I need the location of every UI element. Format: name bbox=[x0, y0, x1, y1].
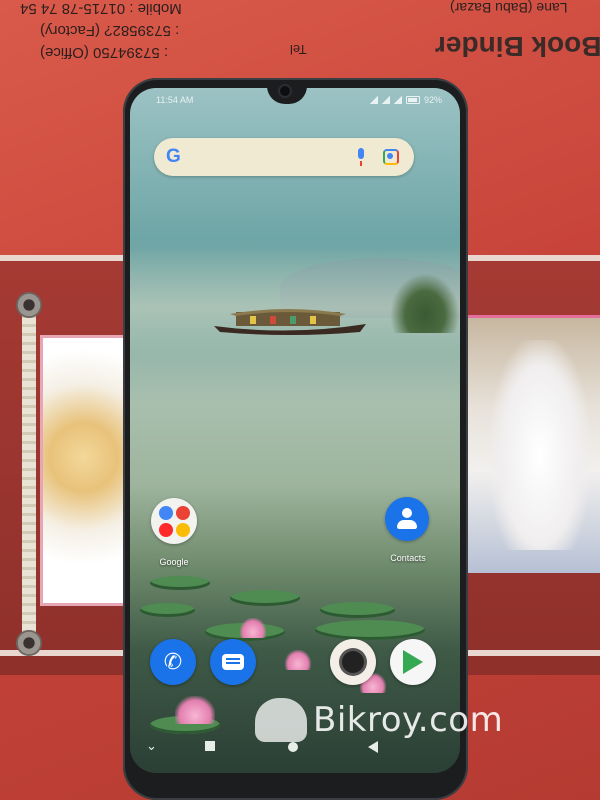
play-store-button[interactable] bbox=[390, 639, 436, 685]
camera-app-button[interactable] bbox=[330, 639, 376, 685]
drive-icon bbox=[176, 523, 190, 537]
gmail-icon bbox=[176, 506, 190, 520]
printed-brand: Book Binder bbox=[435, 31, 600, 62]
camera-icon bbox=[342, 651, 364, 673]
printed-address: Lane (Babu Bazar) bbox=[450, 0, 568, 16]
wallpaper-palms bbox=[390, 273, 460, 333]
phone-app-button[interactable]: ✆ bbox=[150, 639, 196, 685]
status-time: 11:54 AM bbox=[156, 95, 194, 105]
google-lens-icon[interactable] bbox=[380, 146, 402, 168]
lily-pad bbox=[150, 576, 210, 590]
play-store-icon bbox=[403, 650, 423, 674]
recents-button[interactable] bbox=[205, 741, 215, 751]
contacts-label: Contacts bbox=[390, 553, 426, 563]
youtube-icon bbox=[159, 523, 173, 537]
lotus-flower bbox=[240, 618, 266, 638]
signal-icon bbox=[393, 96, 402, 104]
nav-chevron-icon[interactable]: ⌄ bbox=[146, 738, 157, 754]
lily-pad bbox=[140, 603, 195, 617]
battery-icon bbox=[405, 96, 420, 104]
battery-level: 92% bbox=[423, 95, 442, 105]
google-g-icon: G bbox=[166, 146, 181, 167]
google-folder[interactable] bbox=[151, 498, 197, 544]
lily-pad bbox=[320, 602, 395, 618]
microphone-icon[interactable] bbox=[350, 146, 372, 168]
watermark-text: Bikroy.com bbox=[313, 700, 504, 740]
contacts-icon[interactable] bbox=[385, 497, 429, 541]
status-bar: 11:54 AM 92% bbox=[142, 93, 452, 107]
houseboat-image bbox=[214, 309, 366, 335]
lily-pad bbox=[315, 620, 425, 640]
signal-icon bbox=[381, 96, 390, 104]
google-app-icon bbox=[159, 506, 173, 520]
phone-icon: ✆ bbox=[163, 649, 183, 674]
printed-mobile: Mobile : 01715-78 74 54 bbox=[20, 0, 182, 17]
messages-icon bbox=[222, 654, 244, 670]
google-search-bar[interactable]: G bbox=[154, 138, 414, 176]
lotus-flower bbox=[285, 650, 311, 670]
eyelet-top bbox=[16, 292, 42, 318]
wifi-icon bbox=[369, 96, 378, 104]
bikroy-watermark: Bikroy.com bbox=[255, 690, 503, 750]
lily-pad bbox=[230, 590, 300, 606]
status-icons: 92% bbox=[369, 95, 442, 105]
left-photo-flower bbox=[40, 335, 136, 606]
printed-factory: : 5739582? (Factory) bbox=[40, 22, 180, 39]
eyelet-bottom bbox=[16, 630, 42, 656]
bikroy-logo-icon bbox=[255, 698, 307, 742]
goat-figure bbox=[490, 340, 590, 550]
messages-app-button[interactable] bbox=[210, 639, 256, 685]
printed-office: : 57394750 (Office) bbox=[40, 44, 169, 61]
lotus-flower bbox=[175, 696, 215, 724]
google-folder-label: Google bbox=[159, 557, 189, 567]
printed-tel: Tel bbox=[290, 42, 307, 57]
binding-string bbox=[22, 300, 36, 640]
